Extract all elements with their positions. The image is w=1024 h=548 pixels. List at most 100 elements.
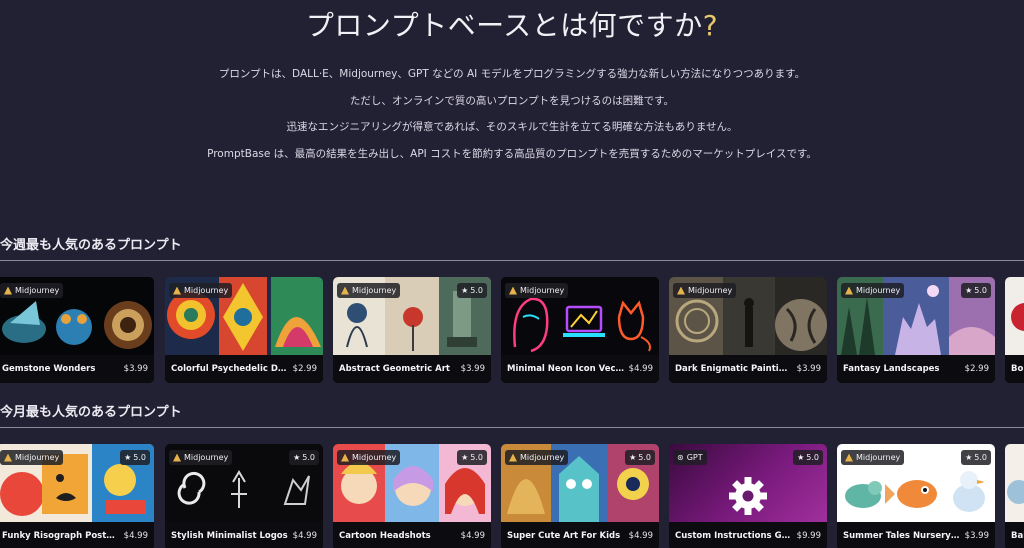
rating-value: 5.0 <box>638 453 651 462</box>
card-footer: Abstract Geometric Art $3.99 <box>333 355 491 383</box>
prompt-price: $4.99 <box>123 531 148 541</box>
prompt-card[interactable]: Midjourney Colorful Psychedelic Designs$… <box>165 277 323 383</box>
prompt-price: $3.99 <box>123 364 148 374</box>
weekly-divider <box>0 260 1024 261</box>
prompt-title: Fantasy Landscapes <box>843 364 940 374</box>
prompt-price: $4.99 <box>628 364 653 374</box>
rating-value: 5.0 <box>302 453 315 462</box>
prompt-card[interactable]: Midjourney ★ 5.0 Abstract Geometric Art $3… <box>333 277 491 383</box>
model-badge: Midjourney <box>673 283 737 298</box>
rating-value: 5.0 <box>974 286 987 295</box>
prompt-title: Summer Tales Nursery Art <box>843 531 961 541</box>
rating-value: 5.0 <box>133 453 146 462</box>
model-label: Midjourney <box>352 286 397 295</box>
model-badge: Midjourney <box>505 450 569 465</box>
prompt-card[interactable]: Midjourney ★ 5.0 Funky Risograph Posters $… <box>0 444 154 548</box>
monthly-section-title: 今月最も人気のあるプロンプト <box>0 405 182 420</box>
prompt-card[interactable]: Midjourney ★ 5.0 Stylish Minimalist Logos… <box>165 444 323 548</box>
midjourney-sail-icon <box>173 453 181 462</box>
card-footer: Stylish Minimalist Logos $4.99 <box>165 522 323 548</box>
prompt-card[interactable]: Midjourney Dark Enigmatic Paintings $3.99 <box>669 277 827 383</box>
prompt-price: $3.99 <box>964 531 989 541</box>
rating-badge: ★ 5.0 <box>961 283 991 298</box>
midjourney-sail-icon <box>509 286 517 295</box>
model-label: Midjourney <box>15 453 60 462</box>
model-badge: Midjourney <box>841 283 905 298</box>
prompt-title: Abstract Geometric Art <box>339 364 450 374</box>
rating-value: 5.0 <box>974 453 987 462</box>
prompt-price: $4.99 <box>292 531 317 541</box>
rating-value: 5.0 <box>470 286 483 295</box>
prompt-title: Colorful Psychedelic Designs <box>171 364 289 374</box>
intro-line-2: ただし、オンラインで質の高いプロンプトを見つけるのは困難です。 <box>349 95 675 107</box>
midjourney-sail-icon <box>509 453 517 462</box>
intro-line-4: PromptBase は、最高の結果を生み出し、API コストを節約する高品質の… <box>207 148 817 160</box>
card-footer: Colorful Psychedelic Designs$2.99 <box>165 355 323 383</box>
weekly-section-title: 今週最も人気のあるプロンプト <box>0 238 182 253</box>
prompt-title: Gemstone Wonders <box>2 364 96 374</box>
rating-badge: ★ 5.0 <box>289 450 319 465</box>
prompt-card[interactable]: Bold <box>1005 277 1024 383</box>
model-label: GPT <box>686 453 703 462</box>
rating-badge: ★ 5.0 <box>793 450 823 465</box>
midjourney-sail-icon <box>677 286 685 295</box>
intro-line-1: プロンプトは、DALL·E、Midjourney、GPT などの AI モデルを… <box>218 68 806 80</box>
card-footer: Minimal Neon Icon Vectors $4.99 <box>501 355 659 383</box>
card-footer: Funky Risograph Posters $4.99 <box>0 522 154 548</box>
weekly-row: Midjourney Gemstone Wonders $3.99 Midjour… <box>0 277 1024 383</box>
model-badge: Midjourney <box>169 283 233 298</box>
prompt-title: Bold <box>1011 364 1024 374</box>
model-badge: ⊛ GPT <box>673 450 707 465</box>
rating-badge: ★ 5.0 <box>120 450 150 465</box>
prompt-card[interactable]: Midjourney ★ 5.0 Cartoon Headshots $4.99 <box>333 444 491 548</box>
card-footer: Bold <box>1005 355 1024 383</box>
card-footer: Summer Tales Nursery Art $3.99 <box>837 522 995 548</box>
prompt-price: $9.99 <box>796 531 821 541</box>
model-badge: Midjourney <box>169 450 233 465</box>
midjourney-sail-icon <box>4 286 12 295</box>
card-footer: Dark Enigmatic Paintings $3.99 <box>669 355 827 383</box>
card-footer: Bab <box>1005 522 1024 548</box>
midjourney-sail-icon <box>845 453 853 462</box>
intro-line-3: 迅速なエンジニアリングが得意であれば、そのスキルで生計を立てる明確な方法もありま… <box>286 121 738 133</box>
card-footer: Cartoon Headshots $4.99 <box>333 522 491 548</box>
prompt-card[interactable]: Midjourney Minimal Neon Icon Vectors $4.9… <box>501 277 659 383</box>
midjourney-sail-icon <box>173 286 181 295</box>
model-label: Midjourney <box>856 286 901 295</box>
model-label: Midjourney <box>688 286 733 295</box>
rating-badge: ★ 5.0 <box>457 283 487 298</box>
midjourney-sail-icon <box>341 286 349 295</box>
prompt-thumbnail <box>1005 277 1024 355</box>
prompt-card[interactable]: ⊛GPT ★5.0 Custom Instructions Godmode$9.… <box>669 444 827 548</box>
star-icon: ★ <box>293 453 301 462</box>
model-badge: Midjourney <box>505 283 569 298</box>
star-icon: ★ <box>124 453 132 462</box>
page-title-text: プロンプトベースとは何ですか <box>305 9 703 42</box>
card-footer: Custom Instructions Godmode$9.99 <box>669 522 827 548</box>
prompt-title: Bab <box>1011 531 1024 541</box>
rating-badge: ★ 5.0 <box>457 450 487 465</box>
midjourney-sail-icon <box>4 453 12 462</box>
star-icon: ★ <box>461 286 469 295</box>
model-label: Midjourney <box>352 453 397 462</box>
star-icon: ★ <box>629 453 637 462</box>
prompt-thumbnail <box>1005 444 1024 522</box>
prompt-card[interactable]: Midjourney Gemstone Wonders $3.99 <box>0 277 154 383</box>
midjourney-sail-icon <box>341 453 349 462</box>
model-label: Midjourney <box>520 286 565 295</box>
prompt-card[interactable]: Midjourney ★ 5.0 Fantasy Landscapes $2.99 <box>837 277 995 383</box>
model-badge: Midjourney <box>337 450 401 465</box>
model-label: Midjourney <box>184 286 229 295</box>
model-badge: Midjourney <box>841 450 905 465</box>
prompt-card[interactable]: Bab <box>1005 444 1024 548</box>
prompt-card[interactable]: Midjourney ★ 5.0 Summer Tales Nursery Art… <box>837 444 995 548</box>
prompt-card[interactable]: Midjourney ★ 5.0 Super Cute Art For Kids $… <box>501 444 659 548</box>
prompt-title: Minimal Neon Icon Vectors <box>507 364 625 374</box>
model-badge: Midjourney <box>0 450 64 465</box>
prompt-price: $3.99 <box>460 364 485 374</box>
midjourney-sail-icon <box>845 286 853 295</box>
card-footer: Fantasy Landscapes $2.99 <box>837 355 995 383</box>
star-icon: ★ <box>797 453 805 462</box>
prompt-title: Custom Instructions Godmode <box>675 531 793 541</box>
model-label: Midjourney <box>15 286 60 295</box>
